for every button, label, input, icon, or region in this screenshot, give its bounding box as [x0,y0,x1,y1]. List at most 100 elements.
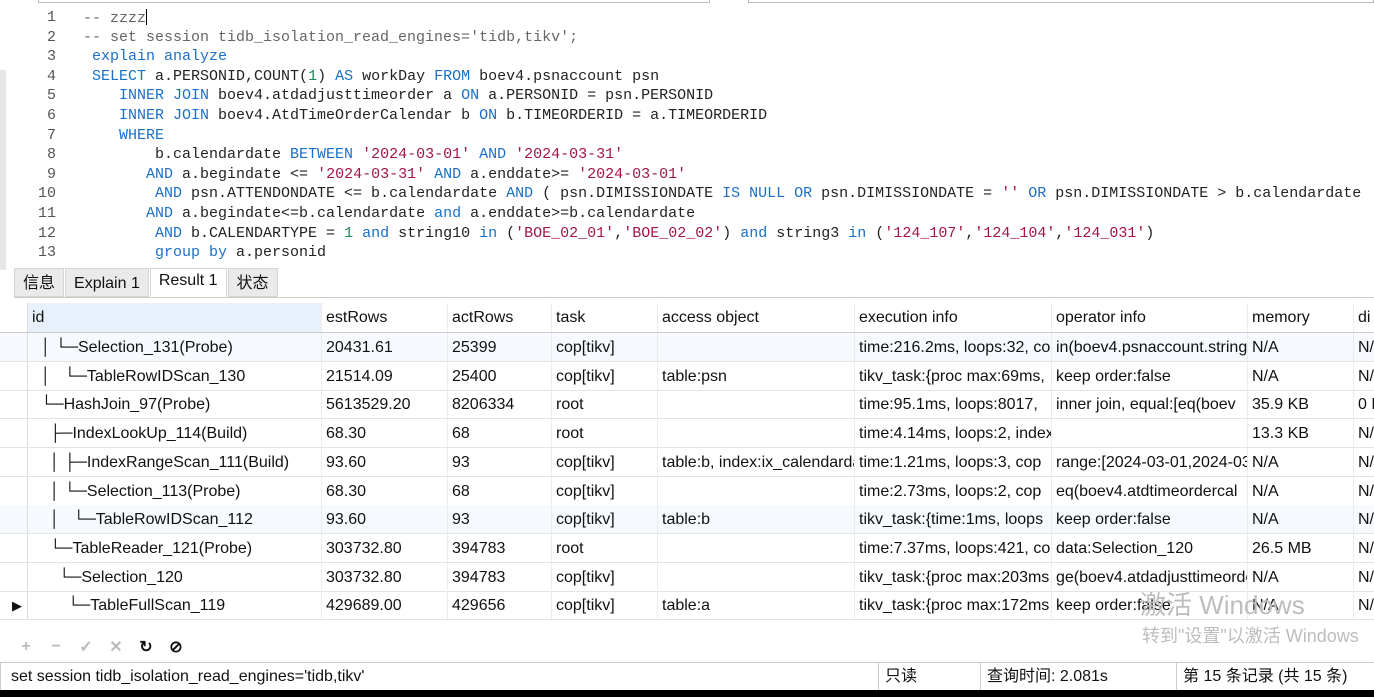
table-cell[interactable]: N/A [1354,333,1374,361]
column-header[interactable]: id [28,303,322,332]
row-selector[interactable] [0,447,28,476]
table-cell[interactable]: 394783 [448,533,552,562]
table-cell[interactable]: root [552,419,658,448]
column-header[interactable]: estRows [322,303,448,332]
table-cell[interactable]: cop[tikv] [552,333,658,361]
table-cell[interactable]: root [552,533,658,562]
table-cell[interactable]: N/A [1354,448,1374,476]
table-cell[interactable] [1052,419,1248,448]
table-row[interactable]: │ └─Selection_113(Probe) 68.30 68 cop[tikv]… [0,476,1374,506]
table-header[interactable]: id estRows actRows task access object executi… [0,303,1374,333]
table-cell[interactable]: N/A [1248,476,1354,505]
table-cell[interactable]: 25399 [448,333,552,361]
table-cell[interactable]: └─Selection_120 [28,562,322,591]
table-cell[interactable]: table:b [658,505,855,534]
table-cell[interactable]: cop[tikv] [552,361,658,390]
table-cell[interactable]: 5613529.20 [322,390,448,419]
table-cell[interactable]: 93 [448,447,552,476]
code-line[interactable]: 13 group by a.personid [8,244,1374,264]
table-cell[interactable]: tikv_task:{time:1ms, loops [855,505,1052,534]
table-cell[interactable]: N/A [1354,477,1374,505]
tab-信息[interactable]: 信息 [14,268,65,297]
table-cell[interactable]: 13.3 KB [1248,419,1354,448]
sql-editor[interactable]: 1 -- zzzz 2 -- set session tidb_isolation_r… [8,6,1374,264]
table-cell[interactable]: in(boev4.psnaccount.string [1052,333,1248,361]
code-line[interactable]: 6 INNER JOIN boev4.AtdTimeOrderCalendar … [8,107,1374,127]
table-cell[interactable]: cop[tikv] [552,591,658,620]
row-selector[interactable] [0,333,28,361]
table-cell[interactable]: │ ├─IndexRangeScan_111(Build) [28,447,322,476]
table-cell[interactable]: tikv_task:{proc max:203ms [855,562,1052,591]
table-cell[interactable]: N/A [1248,361,1354,390]
table-cell[interactable]: ├─IndexLookUp_114(Build) [28,419,322,448]
table-cell[interactable]: cop[tikv] [552,476,658,505]
table-row[interactable]: ├─IndexLookUp_114(Build) 68.30 68 root time:… [0,419,1374,449]
table-cell[interactable]: 68.30 [322,419,448,448]
column-header[interactable]: operator info [1052,303,1248,332]
delete-row-button[interactable]: − [44,638,68,656]
table-cell[interactable]: N/A [1248,447,1354,476]
table-cell[interactable]: time:4.14ms, loops:2, index [855,419,1052,448]
table-cell[interactable]: └─HashJoin_97(Probe) [28,390,322,419]
row-selector[interactable] [0,390,28,419]
table-cell[interactable]: 68 [448,476,552,505]
table-row[interactable]: │ ├─IndexRangeScan_111(Build) 93.60 93 cop[… [0,447,1374,477]
discard-changes-button[interactable]: ✕ [104,637,128,657]
table-row[interactable]: │ └─Selection_131(Probe) 20431.61 25399 cop… [0,333,1374,362]
table-cell[interactable]: 93 [448,505,552,534]
row-selector[interactable] [0,505,28,534]
code-line[interactable]: 9 AND a.begindate <= '2024-03-31' AND a.… [8,166,1374,186]
table-cell[interactable]: cop[tikv] [552,447,658,476]
table-cell[interactable]: 26.5 MB [1248,533,1354,562]
add-row-button[interactable]: + [14,638,38,656]
table-cell[interactable]: time:7.37ms, loops:421, cop [855,533,1052,562]
code-line[interactable]: 12 AND b.CALENDARTYPE = 1 and string10 i… [8,225,1374,245]
table-cell[interactable]: cop[tikv] [552,562,658,591]
table-cell[interactable]: N/A [1354,419,1374,447]
table-cell[interactable]: 303732.80 [322,533,448,562]
table-cell[interactable]: time:95.1ms, loops:8017, [855,390,1052,419]
table-cell[interactable]: 93.60 [322,447,448,476]
table-cell[interactable]: inner join, equal:[eq(boev [1052,390,1248,419]
table-cell[interactable]: time:1.21ms, loops:3, cop [855,447,1052,476]
table-cell[interactable]: │ └─TableRowIDScan_112 [28,505,322,534]
column-header[interactable]: di [1354,303,1374,332]
table-cell[interactable]: N/A [1248,333,1354,361]
code-line[interactable]: 7 WHERE [8,127,1374,147]
table-cell[interactable]: range:[2024-03-01,2024-03 [1052,447,1248,476]
table-cell[interactable]: keep order:false [1052,505,1248,534]
table-cell[interactable]: 93.60 [322,505,448,534]
table-cell[interactable]: tikv_task:{proc max:69ms, [855,361,1052,390]
table-cell[interactable]: 394783 [448,562,552,591]
table-cell[interactable]: tikv_task:{proc max:172ms [855,591,1052,620]
table-row[interactable]: └─TableReader_121(Probe) 303732.80 394783 r… [0,533,1374,563]
column-header[interactable]: actRows [448,303,552,332]
table-cell[interactable]: cop[tikv] [552,505,658,534]
table-cell[interactable]: data:Selection_120 [1052,533,1248,562]
row-selector[interactable] [0,476,28,505]
code-line[interactable]: 5 INNER JOIN boev4.atdadjusttimeorder a … [8,87,1374,107]
table-row[interactable]: │ └─TableRowIDScan_112 93.60 93 cop[tikv] ta… [0,505,1374,535]
code-line[interactable]: 4 SELECT a.PERSONID,COUNT(1) AS workDay … [8,68,1374,88]
table-cell[interactable] [658,390,855,419]
table-row[interactable]: │ └─TableRowIDScan_130 21514.09 25400 cop[t… [0,361,1374,391]
table-cell[interactable]: │ └─Selection_113(Probe) [28,476,322,505]
row-selector[interactable]: ▶ [0,591,28,620]
code-line[interactable]: 1 -- zzzz [8,9,1374,29]
table-cell[interactable] [658,333,855,361]
code-line[interactable]: 3 explain analyze [8,48,1374,68]
column-header[interactable]: memory [1248,303,1354,332]
table-cell[interactable]: 35.9 KB [1248,390,1354,419]
table-cell[interactable]: 68 [448,419,552,448]
tab-explain-1[interactable]: Explain 1 [65,268,149,297]
table-cell[interactable]: 20431.61 [322,333,448,361]
table-cell[interactable] [658,476,855,505]
table-cell[interactable]: │ └─TableRowIDScan_130 [28,361,322,390]
code-line[interactable]: 11 AND a.begindate<=b.calendardate and a… [8,205,1374,225]
table-cell[interactable]: │ └─Selection_131(Probe) [28,333,322,361]
table-cell[interactable]: time:2.73ms, loops:2, cop [855,476,1052,505]
table-cell[interactable] [658,533,855,562]
row-selector[interactable] [0,562,28,591]
table-cell[interactable]: N/A [1354,534,1374,562]
table-cell[interactable]: 8206334 [448,390,552,419]
